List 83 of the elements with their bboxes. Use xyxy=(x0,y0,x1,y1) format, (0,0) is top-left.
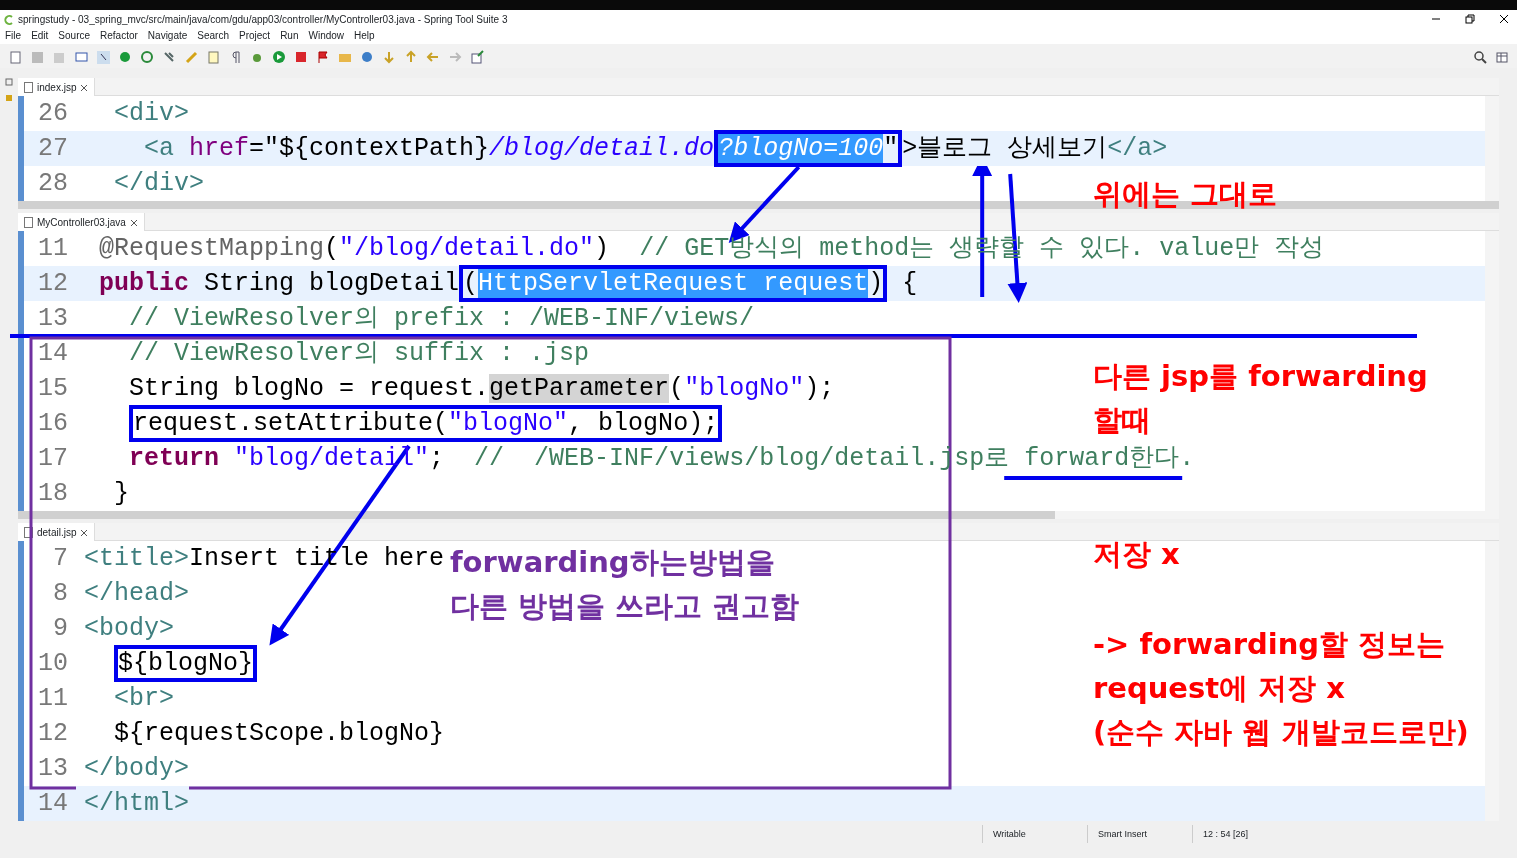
new-file-icon[interactable] xyxy=(8,49,22,64)
line-number: 17 xyxy=(37,443,69,475)
line-number: 13 xyxy=(37,753,69,785)
line-number: 12 xyxy=(37,268,69,300)
file-icon xyxy=(24,527,33,539)
code-line: <div> xyxy=(113,98,190,130)
code-line: <body> xyxy=(83,613,174,645)
menu-item[interactable]: Edit xyxy=(26,28,54,44)
export-icon[interactable] xyxy=(470,49,484,64)
package-icon[interactable] xyxy=(5,94,13,102)
close-icon[interactable] xyxy=(129,218,138,227)
line-number: 11 xyxy=(37,683,69,715)
line-number: 14 xyxy=(37,338,69,370)
menu-item[interactable]: Source xyxy=(53,28,96,44)
vertical-scrollbar[interactable] xyxy=(1485,231,1499,511)
line-number: 10 xyxy=(37,648,69,680)
editor-tab[interactable]: MyController03.java xyxy=(18,213,145,231)
menu-item[interactable]: File xyxy=(0,28,27,44)
close-icon[interactable] xyxy=(80,83,89,92)
file-icon xyxy=(24,217,33,229)
leaf-logo-icon xyxy=(4,14,14,25)
code-line: </head> xyxy=(83,578,190,610)
annotation-note: 저장 x xyxy=(1093,536,1180,573)
line-number: 26 xyxy=(37,98,69,130)
line-number: 13 xyxy=(37,303,69,335)
status-text: Smart Insert xyxy=(1087,825,1192,843)
restore-icon[interactable] xyxy=(1465,14,1475,24)
menu-item[interactable]: Search xyxy=(192,28,234,44)
menu-item[interactable]: Help xyxy=(349,28,380,44)
code-line: </body> xyxy=(83,753,190,785)
annotation-note: 다른 jsp를 forwarding 할때 xyxy=(1093,358,1428,439)
back-arrow-icon[interactable] xyxy=(426,49,440,64)
arrow-down-icon[interactable] xyxy=(382,49,396,64)
brush-icon[interactable] xyxy=(184,49,198,64)
menu-item[interactable]: Window xyxy=(303,28,350,44)
code-line: } xyxy=(113,478,129,510)
file-icon xyxy=(24,82,33,94)
line-number: 9 xyxy=(52,613,69,645)
status-text: 12 : 54 [26] xyxy=(1192,825,1297,843)
line-number: 27 xyxy=(37,133,69,165)
menu-item[interactable]: Project xyxy=(234,28,276,44)
vertical-scrollbar[interactable] xyxy=(1485,96,1499,201)
play-icon[interactable] xyxy=(272,49,286,64)
line-number: 16 xyxy=(37,408,69,440)
vertical-scrollbar[interactable] xyxy=(1485,541,1499,821)
close-icon[interactable] xyxy=(1499,14,1509,24)
perspective-icon[interactable] xyxy=(1495,49,1509,64)
code-line: </div> xyxy=(113,168,205,200)
annotation-note: 위에는 그대로 xyxy=(1093,176,1278,213)
horizontal-scrollbar[interactable] xyxy=(18,511,1499,519)
annotation-note: -> forwarding할 정보는 request에 저장 x (순수 자바 웹 개발코드로만) xyxy=(1093,626,1469,751)
line-number: 18 xyxy=(37,478,69,510)
monitor-icon[interactable] xyxy=(74,49,88,64)
view-icon[interactable] xyxy=(5,78,13,86)
menu-item[interactable]: Run xyxy=(275,28,304,44)
menu-item[interactable]: Navigate xyxy=(142,28,193,44)
code-line: <br> xyxy=(113,683,174,715)
menu-item[interactable]: Refactor xyxy=(95,28,143,44)
status-text: Writable xyxy=(982,825,1087,843)
code-line: ${requestScope.blogNo} xyxy=(113,718,445,750)
stop-icon[interactable] xyxy=(294,49,308,64)
code-line: // ViewResolver의 suffix : .jsp xyxy=(128,338,590,370)
forward-arrow-icon[interactable] xyxy=(448,49,462,64)
editor-tab[interactable]: index.jsp xyxy=(18,78,96,96)
line-number: 28 xyxy=(37,168,69,200)
line-number: 14 xyxy=(37,788,69,820)
close-icon[interactable] xyxy=(80,528,89,537)
annotation-note: forwarding하는방법을 다른 방법을 쓰라고 권고함 xyxy=(450,544,800,625)
document-icon[interactable] xyxy=(206,49,220,64)
line-number: 12 xyxy=(37,718,69,750)
line-number: 7 xyxy=(52,543,69,575)
line-number: 11 xyxy=(37,233,69,265)
arrow-up-icon[interactable] xyxy=(404,49,418,64)
save-icon[interactable] xyxy=(30,49,44,64)
line-number: 8 xyxy=(52,578,69,610)
flag-icon[interactable] xyxy=(316,49,330,64)
line-number: 15 xyxy=(37,373,69,405)
window-title: springstudy - 03_spring_mvc/src/main/java/com/gdu/app03/controller/MyController03.java - Spring Tool Suite 3 xyxy=(18,12,508,27)
code-line: // ViewResolver의 prefix : /WEB-INF/views/ xyxy=(128,303,755,335)
code-line: String blogNo = request.getParameter("blogNo"); xyxy=(128,373,835,405)
search-icon[interactable] xyxy=(1473,49,1487,64)
cursor-icon[interactable] xyxy=(96,49,110,64)
editor-tab[interactable]: detail.jsp xyxy=(18,523,96,541)
